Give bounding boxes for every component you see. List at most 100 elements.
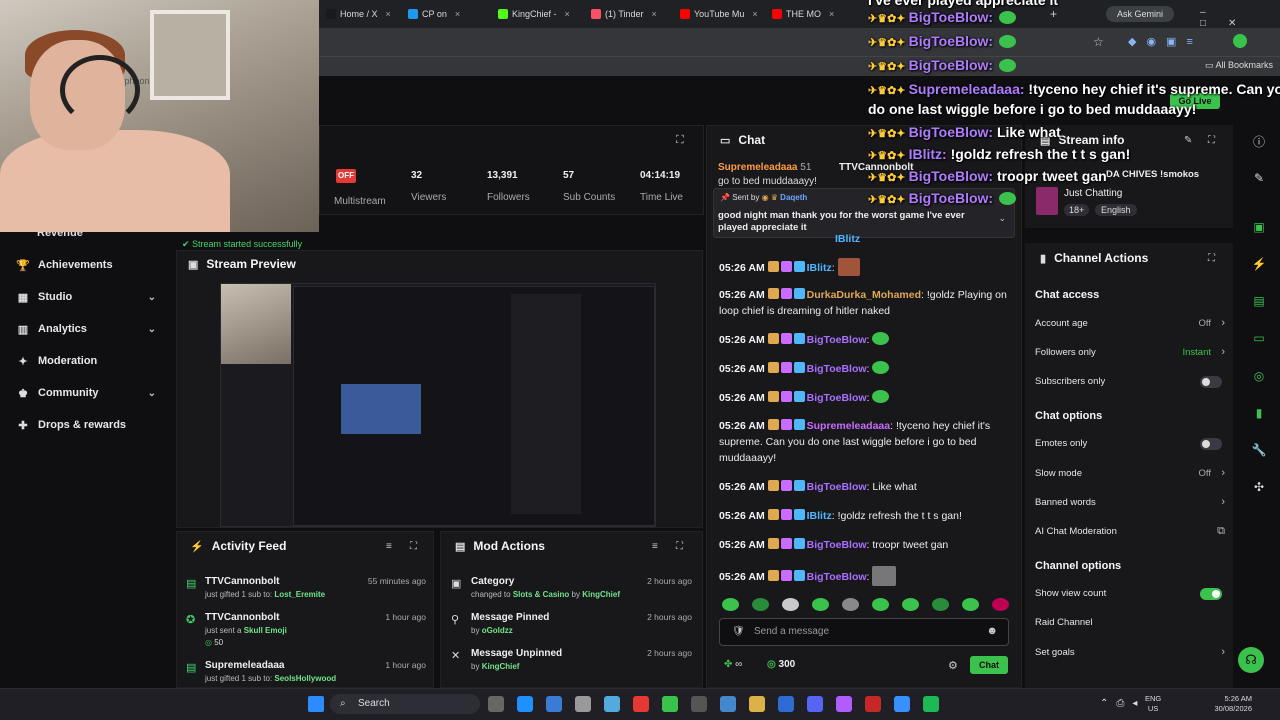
tab-close-icon[interactable]: × [752,9,757,19]
chevron-down-icon[interactable]: ⌄ [148,324,156,335]
chevron-down-icon[interactable]: ⌄ [148,388,156,399]
emote-icon[interactable] [752,598,769,611]
multistream-label[interactable]: Multistream [334,196,386,207]
chat-rail-icon[interactable]: ▭ [1250,329,1268,347]
chat-top-user[interactable]: Supremeleadaaa [718,162,798,173]
mod-action-category[interactable]: Slots & Casino [513,590,569,599]
taskbar-app-icon[interactable] [517,696,533,712]
taskbar-app-icon[interactable] [894,696,910,712]
chat-username[interactable]: IBlitz [807,262,832,274]
taskbar-app-icon[interactable] [865,696,881,712]
chevron-down-icon[interactable]: ⌄ [148,292,156,303]
tab-close-icon[interactable]: × [829,9,834,19]
grid-rail-icon[interactable]: ✣ [1250,478,1268,496]
chat-username[interactable]: IBlitz [807,510,832,522]
taskbar-app-icon[interactable] [836,696,852,712]
emote-icon[interactable] [932,598,949,611]
chat-message[interactable]: 05:26 AM BigToeBlow: Like what [719,479,1015,495]
browser-tab[interactable]: CP on × [408,5,488,23]
activity-item[interactable]: TTVCannonbolt 55 minutes ago just gifted 1… [205,576,426,599]
start-icon[interactable] [308,696,324,712]
browser-tab[interactable]: (1) Tinder × [591,5,671,23]
clock[interactable]: 5:26 AM 30/08/2026 [1208,694,1252,714]
sidebar-item-studio[interactable]: ▦ Studio ⌄ [0,283,170,311]
activity-filter-icon[interactable]: ≡ [386,541,392,552]
chat-username[interactable]: Supremeleadaaa [807,420,890,432]
mod-action-user[interactable]: oGoldzz [482,626,513,635]
chat-username[interactable]: BigToeBlow [807,481,867,493]
tab-close-icon[interactable]: × [455,9,460,19]
category-name[interactable]: Just Chatting [1064,188,1122,199]
list-rail-icon[interactable]: ▤ [1250,292,1268,310]
sidebar-item-achievements[interactable]: 🏆 Achievements [0,251,170,279]
sidebar-item-moderation[interactable]: ✦ Moderation [0,347,170,375]
support-icon[interactable]: ☊ [1238,647,1264,673]
pinned-chevron-icon[interactable]: ⌄ [998,213,1006,224]
emote-icon[interactable] [962,598,979,611]
chat-message[interactable]: 05:26 AM IBlitz: !goldz refresh the t t … [719,508,1015,524]
sidebar-item-analytics[interactable]: ▥ Analytics ⌄ [0,315,170,343]
channel-actions-expand-icon[interactable]: ⛶ [1208,253,1215,264]
taskbar-app-icon[interactable] [778,696,794,712]
pen-rail-icon[interactable]: ✎ [1250,169,1268,187]
tab-close-icon[interactable]: × [386,9,391,19]
mod-expand-icon[interactable]: ⛶ [676,541,683,552]
subscribers-only-toggle[interactable] [1200,376,1222,388]
slow-mode-row[interactable]: Slow mode Off › [1035,467,1225,479]
expand-icon[interactable]: ⛶ [676,134,684,147]
banned-words-row[interactable]: Banned words › [1035,496,1225,508]
activity-target[interactable]: Lost_Eremite [274,590,325,599]
set-goals-row[interactable]: Set goals › [1035,646,1225,658]
channel-points[interactable]: ◎ 300 [767,659,795,670]
stream-preview-video[interactable] [220,283,656,527]
chat-message[interactable]: 05:26 AM IBlitz: [719,258,1015,276]
system-tray[interactable]: ⌃⎙◂ [1100,698,1145,709]
chat-username[interactable]: BigToeBlow [807,571,867,583]
raid-channel-row[interactable]: Raid Channel [1035,617,1225,628]
all-bookmarks-link[interactable]: ▭ All Bookmarks [1205,60,1273,71]
account-age-row[interactable]: Account age Off › [1035,317,1225,329]
extensions-icons[interactable]: ◆◉▣≡ [1128,35,1203,48]
mod-filter-icon[interactable]: ≡ [652,541,658,552]
emote-picker-row[interactable] [722,598,1012,612]
sidebar-item-community[interactable]: ♚ Community ⌄ [0,379,170,407]
taskbar-app-icon[interactable] [807,696,823,712]
edit-icon[interactable]: ✎ [1184,135,1192,146]
browser-tab[interactable]: YouTube Mu × [680,5,760,23]
chat-send-button[interactable]: Chat [970,656,1008,674]
activity-target[interactable]: Skull Emoji [244,626,287,635]
chat-message[interactable]: 05:26 AM BigToeBlow: [719,566,1015,586]
mod-action-user[interactable]: KingChief [482,662,520,671]
chat-username[interactable]: BigToeBlow [807,392,867,404]
info-rail-icon[interactable]: ⓘ [1250,133,1268,151]
browser-tab[interactable]: KingChief - × [498,5,578,23]
tab-close-icon[interactable]: × [652,9,657,19]
emote-icon[interactable] [902,598,919,611]
taskbar-search[interactable]: ⌕ Search [330,694,480,714]
stream-rail-icon[interactable]: ▣ [1250,218,1268,236]
activity-expand-icon[interactable]: ⛶ [410,541,417,552]
taskbar-app-icon[interactable] [633,696,649,712]
activity-target[interactable]: SeolsHollywood [274,674,336,683]
tab-close-icon[interactable]: × [565,9,570,19]
taskbar-app-icon[interactable] [488,696,504,712]
stream-info-expand-icon[interactable]: ⛶ [1208,135,1215,146]
chat-message[interactable]: 05:26 AM DurkaDurka_Mohamed: !goldz Play… [719,287,1015,319]
ai-moderation-row[interactable]: AI Chat Moderation ⧉ [1035,525,1225,537]
target-rail-icon[interactable]: ◎ [1250,367,1268,385]
chat-message[interactable]: 05:26 AM BigToeBlow: troopr tweet gan [719,537,1015,553]
chat-message[interactable]: 05:26 AM BigToeBlow: [719,332,1015,348]
window-controls[interactable]: –□✕ [1200,7,1280,29]
activity-item[interactable]: Supremeleadaaa 1 hour ago just gifted 1 su… [205,660,426,683]
taskbar-app-icon[interactable] [691,696,707,712]
emote-icon[interactable] [992,598,1009,611]
show-view-count-toggle[interactable] [1200,588,1222,600]
chat-partial-user[interactable]: IBlitz [835,233,860,245]
ask-gemini-button[interactable]: Ask Gemini [1106,6,1174,22]
emote-icon[interactable] [842,598,859,611]
taskbar-app-icon[interactable] [720,696,736,712]
mod-action-item[interactable]: Message Pinned 2 hours ago by oGoldzz [471,612,692,635]
chat-message[interactable]: 05:26 AM Supremeleadaaa: !tyceno hey chi… [719,418,1015,466]
emoji-icon[interactable]: ☻ [986,625,998,637]
bookmark-rail-icon[interactable]: ▮ [1250,404,1268,422]
